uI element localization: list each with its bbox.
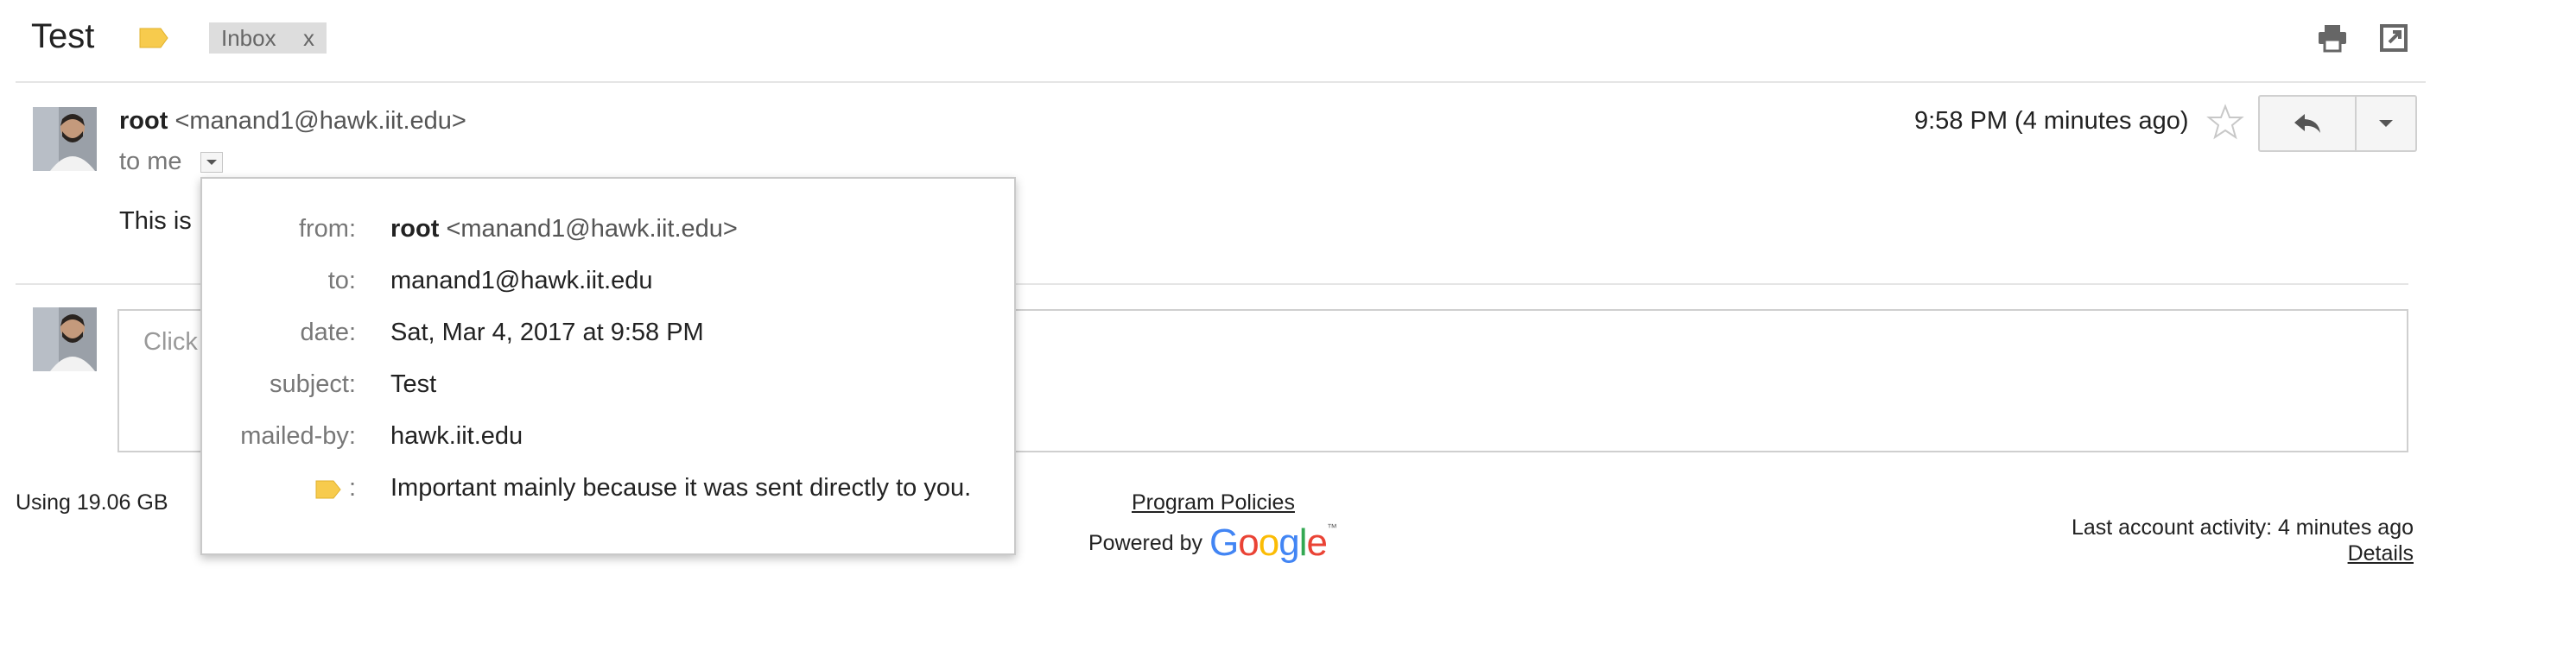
message-timestamp: 9:58 PM (4 minutes ago): [1914, 107, 2189, 135]
star-icon[interactable]: [2206, 104, 2244, 140]
reply-placeholder: Click: [143, 328, 198, 356]
sender-name[interactable]: root: [119, 107, 168, 135]
reply-button-group: [2258, 95, 2417, 152]
mailed-by-value: hawk.iit.edu: [390, 422, 523, 450]
new-window-icon[interactable]: [2379, 23, 2408, 53]
program-policies-link[interactable]: Program Policies: [1132, 490, 1295, 515]
message-details-popup: from: root <manand1@hawk.iit.edu> to: ma…: [200, 177, 1016, 555]
date-label: date:: [300, 319, 357, 346]
reply-button[interactable]: [2260, 97, 2357, 150]
popup-row-from: from: root <manand1@hawk.iit.edu>: [202, 215, 1014, 250]
show-details-button[interactable]: [200, 152, 223, 173]
from-value: root <manand1@hawk.iit.edu>: [390, 215, 738, 243]
account-activity: Last account activity: 4 minutes ago Det…: [2072, 515, 2414, 566]
chevron-down-icon: [206, 160, 217, 165]
more-actions-button[interactable]: [2357, 97, 2415, 150]
activity-details-link[interactable]: Details: [2072, 540, 2414, 566]
date-value: Sat, Mar 4, 2017 at 9:58 PM: [390, 319, 704, 346]
importance-label-icon: [315, 480, 341, 499]
powered-by-text: Powered by: [1088, 530, 1203, 555]
inbox-label-chip[interactable]: Inbox x: [209, 22, 327, 54]
print-icon[interactable]: [2317, 23, 2348, 53]
from-email: <manand1@hawk.iit.edu>: [446, 215, 738, 243]
importance-value: Important mainly because it was sent dir…: [390, 474, 972, 502]
inbox-label-text: Inbox: [221, 24, 276, 51]
reply-icon: [2294, 114, 2320, 133]
popup-row-date: date: Sat, Mar 4, 2017 at 9:58 PM: [202, 319, 1014, 353]
google-logo: Google™: [1209, 521, 1337, 564]
my-avatar: [33, 307, 97, 371]
conversation-subject: Test: [31, 17, 95, 55]
to-label: to:: [327, 267, 356, 294]
popup-row-mailed-by: mailed-by: hawk.iit.edu: [202, 422, 1014, 457]
from-name: root: [390, 215, 440, 243]
last-activity-text: Last account activity: 4 minutes ago: [2071, 515, 2414, 540]
from-label: from:: [298, 215, 356, 243]
sender-avatar[interactable]: [33, 107, 97, 171]
storage-usage: Using 19.06 GB: [16, 490, 168, 515]
powered-by: Powered by Google™: [1088, 521, 1337, 565]
importance-label-icon[interactable]: [138, 27, 169, 49]
to-value: manand1@hawk.iit.edu: [390, 267, 653, 294]
popup-row-subject: subject: Test: [202, 370, 1014, 405]
header-divider: [16, 81, 2426, 83]
subject-label: subject:: [270, 370, 356, 398]
popup-row-importance: : Important mainly because it was sent d…: [202, 474, 1014, 509]
mailed-by-label: mailed-by:: [240, 422, 356, 450]
importance-label: :: [348, 474, 356, 502]
chevron-down-icon: [2379, 120, 2393, 127]
subject-value: Test: [390, 370, 437, 398]
message-body: This is: [119, 207, 192, 235]
recipient-summary: to me: [119, 148, 182, 175]
remove-label-button[interactable]: x: [303, 25, 314, 52]
conversation-header: Test Inbox x: [0, 0, 2427, 83]
sender-line: root <manand1@hawk.iit.edu>: [119, 107, 466, 136]
popup-row-to: to: manand1@hawk.iit.edu: [202, 267, 1014, 301]
sender-email: <manand1@hawk.iit.edu>: [174, 107, 466, 135]
